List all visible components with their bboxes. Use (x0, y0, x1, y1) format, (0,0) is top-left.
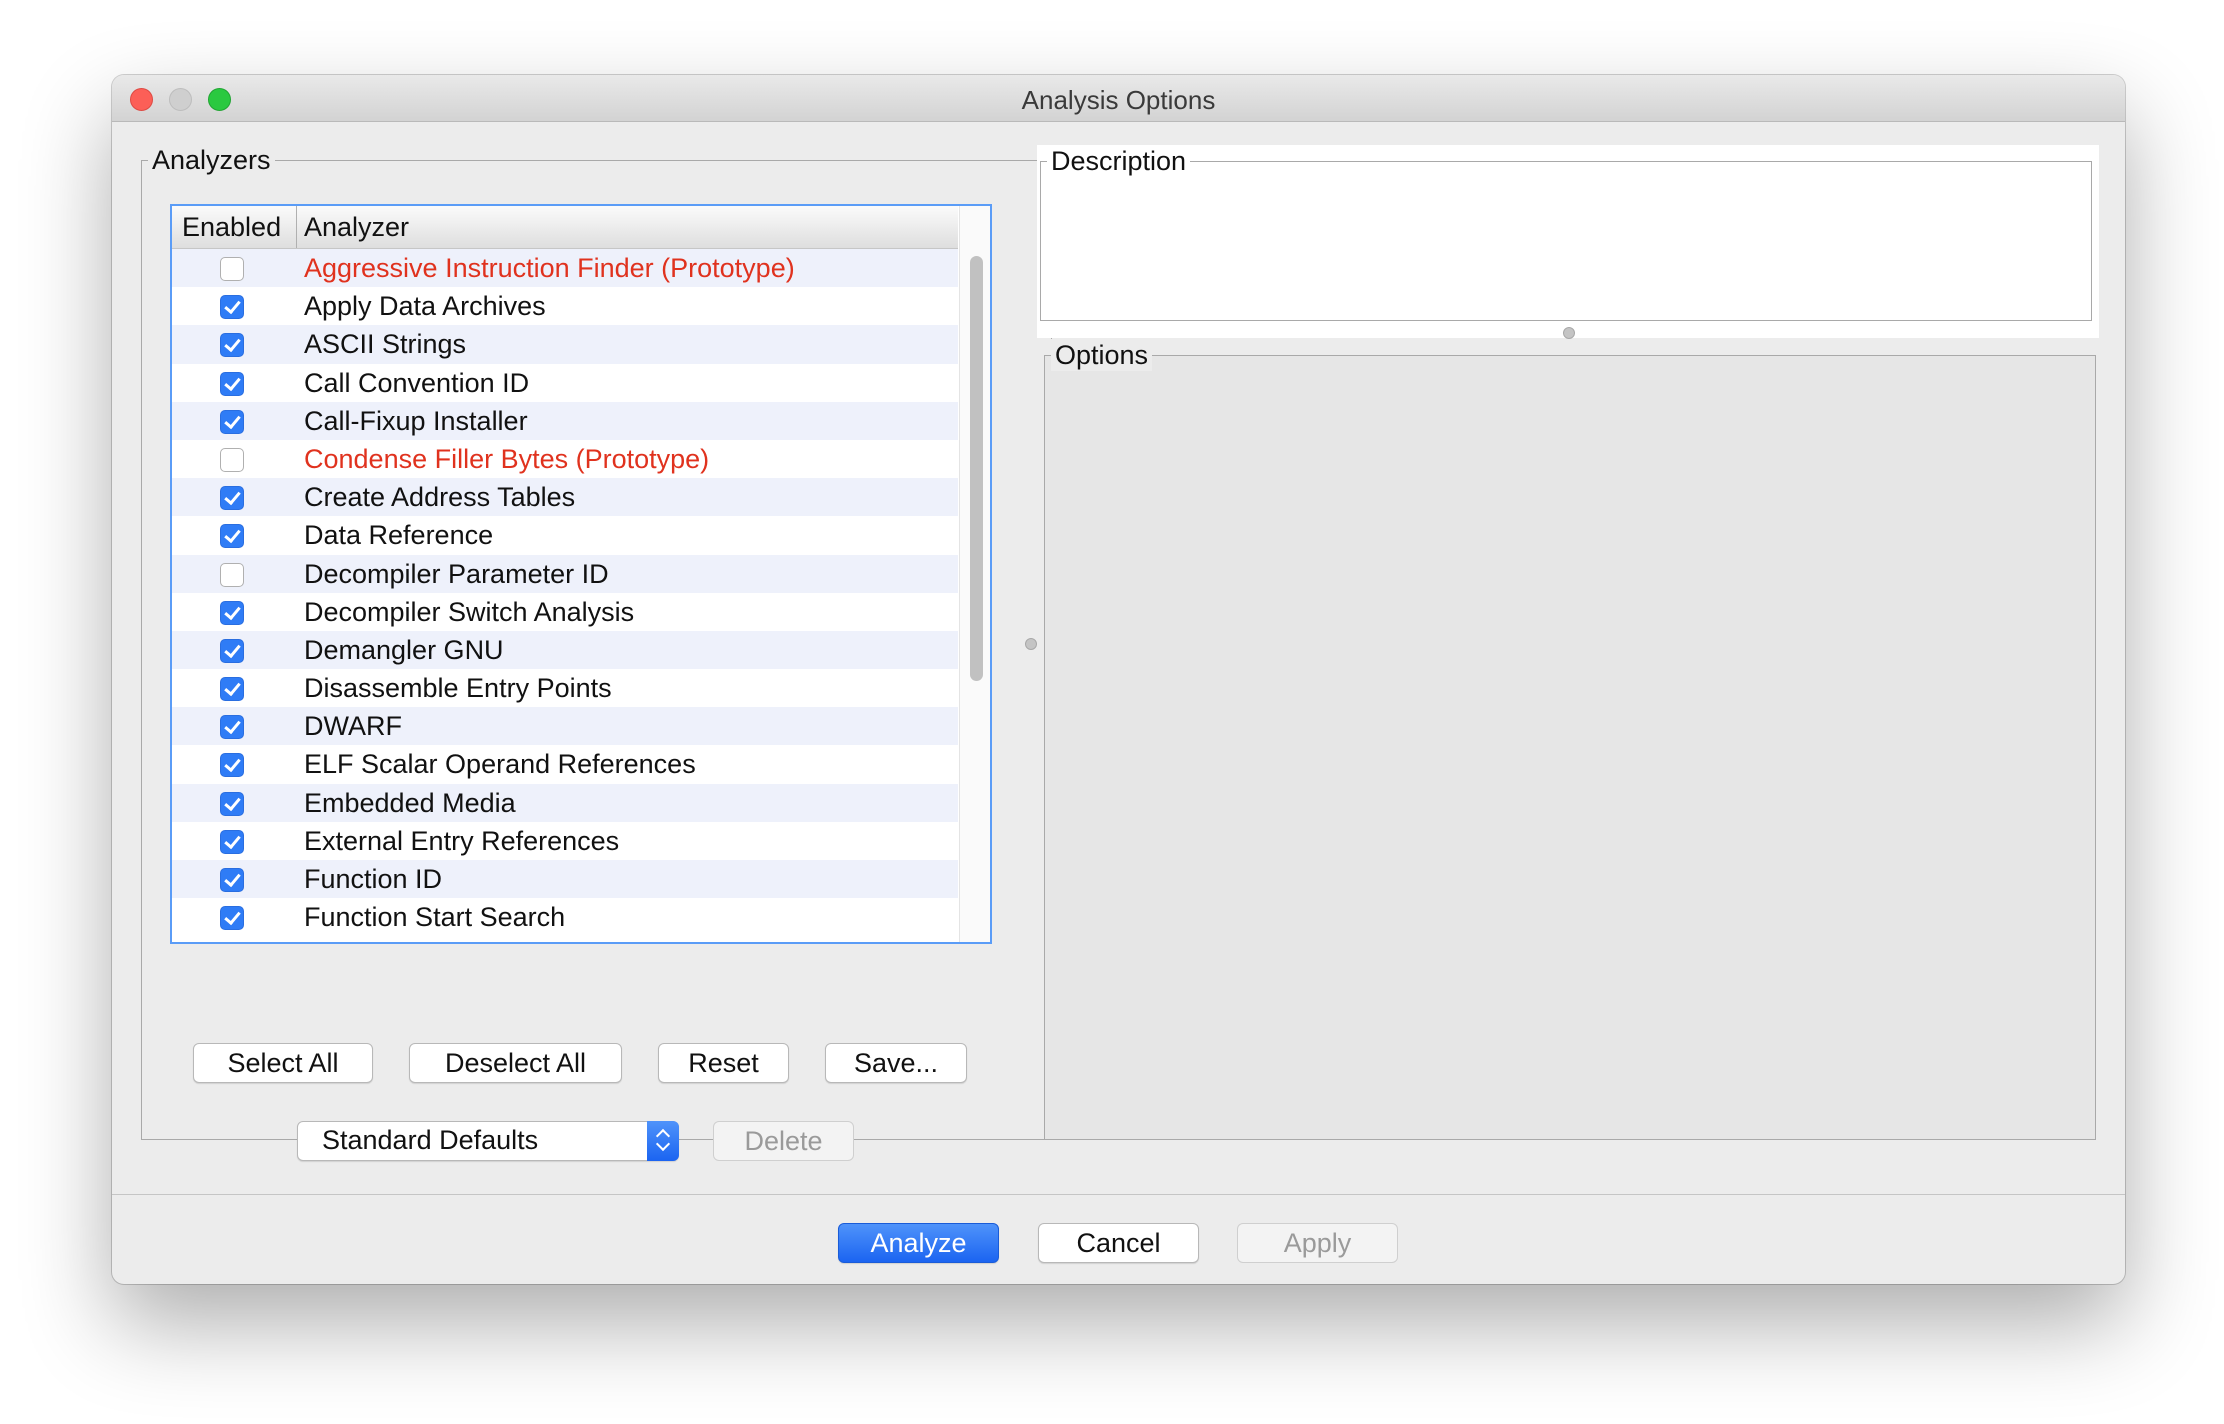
analyzer-name: Embedded Media (304, 787, 516, 818)
table-row[interactable]: External Entry References (172, 822, 958, 860)
analyzer-name: Function Start Search (304, 902, 566, 933)
table-row[interactable]: Decompiler Parameter ID (172, 554, 958, 593)
table-row[interactable]: ASCII Strings (172, 325, 958, 364)
scrollbar-thumb[interactable] (970, 256, 983, 681)
profile-select[interactable]: Standard Defaults (297, 1121, 679, 1161)
enabled-checkbox[interactable] (220, 257, 244, 281)
analyzer-name: External Entry References (304, 825, 620, 856)
reset-button[interactable]: Reset (658, 1043, 789, 1083)
table-row[interactable]: Data Reference (172, 516, 958, 554)
analyzers-group: Analyzers Enabled Analyzer Aggressive In… (141, 144, 1052, 1161)
enabled-checkbox[interactable] (220, 524, 244, 549)
table-vertical-scrollbar[interactable] (959, 206, 990, 942)
enabled-checkbox[interactable] (220, 638, 244, 663)
enabled-checkbox[interactable] (220, 333, 244, 358)
analyzer-name: ASCII Strings (304, 329, 467, 360)
analyzer-name: Decompiler Switch Analysis (304, 596, 635, 627)
enabled-checkbox[interactable] (220, 715, 244, 740)
analyzer-name: Call-Fixup Installer (304, 405, 528, 436)
table-row[interactable]: Function ID (172, 860, 958, 899)
window-title: Analysis Options (1021, 85, 1216, 115)
enabled-checkbox[interactable] (220, 753, 244, 778)
analyzer-name: Data Reference (304, 520, 494, 551)
table-row[interactable]: Condense Filler Bytes (Prototype) (172, 440, 958, 478)
table-row[interactable]: DWARF (172, 707, 958, 746)
analyzer-name: Disassemble Entry Points (304, 673, 612, 704)
table-row[interactable]: Function Start Search (172, 898, 958, 936)
footer-separator (112, 1194, 2125, 1195)
table-row[interactable]: Disassemble Entry Points (172, 669, 958, 707)
table-row[interactable]: Call Convention ID (172, 364, 958, 402)
analyzer-rows: Aggressive Instruction Finder (Prototype… (172, 249, 958, 936)
apply-button[interactable]: Apply (1237, 1223, 1398, 1263)
table-row[interactable]: Embedded Media (172, 783, 958, 822)
table-row[interactable]: Call-Fixup Installer (172, 401, 958, 440)
table-row[interactable]: Create Address Tables (172, 478, 958, 517)
select-all-button[interactable]: Select All (193, 1043, 373, 1083)
select-arrows-icon (647, 1121, 679, 1161)
description-legend: Description (1047, 145, 1191, 177)
analyzer-name: Call Convention ID (304, 367, 530, 398)
analyzer-name: DWARF (304, 711, 402, 742)
profile-select-value: Standard Defaults (322, 1125, 539, 1155)
options-group: Options (1044, 339, 2096, 1140)
cancel-button[interactable]: Cancel (1038, 1223, 1199, 1263)
analyzer-name: Condense Filler Bytes (Prototype) (304, 443, 710, 474)
table-row[interactable]: Apply Data Archives (172, 287, 958, 325)
analyzer-name: ELF Scalar Operand References (304, 749, 696, 780)
table-row[interactable]: ELF Scalar Operand References (172, 745, 958, 783)
table-row[interactable]: Decompiler Switch Analysis (172, 593, 958, 631)
description-group: Description (1040, 145, 2092, 321)
deselect-all-button[interactable]: Deselect All (409, 1043, 622, 1083)
options-legend: Options (1051, 339, 1153, 371)
analyze-button[interactable]: Analyze (838, 1223, 999, 1263)
enabled-checkbox[interactable] (220, 562, 244, 587)
analyzer-name: Aggressive Instruction Finder (Prototype… (304, 253, 795, 283)
title-bar[interactable]: Analysis Options (112, 75, 2125, 122)
column-divider[interactable] (296, 206, 297, 248)
column-header-analyzer[interactable]: Analyzer (304, 212, 409, 243)
enabled-checkbox[interactable] (220, 409, 244, 434)
analyzers-table: Enabled Analyzer Aggressive Instruction … (170, 204, 992, 944)
table-row[interactable]: Demangler GNU (172, 630, 958, 670)
analyzer-name: Function ID (304, 864, 443, 894)
column-header-enabled[interactable]: Enabled (182, 212, 281, 243)
description-panel-bg: Description (1037, 145, 2099, 338)
enabled-checkbox[interactable] (220, 677, 244, 702)
enabled-checkbox[interactable] (220, 600, 244, 625)
enabled-checkbox[interactable] (220, 371, 244, 396)
enabled-checkbox[interactable] (220, 295, 244, 320)
delete-button[interactable]: Delete (713, 1121, 854, 1161)
analyzer-name: Decompiler Parameter ID (304, 558, 609, 589)
enabled-checkbox[interactable] (220, 447, 244, 472)
horizontal-split-handle[interactable] (1563, 327, 1575, 339)
analyzer-name: Demangler GNU (304, 634, 504, 665)
enabled-checkbox[interactable] (220, 791, 244, 816)
analyzer-name: Apply Data Archives (304, 291, 546, 322)
analyzers-legend: Analyzers (148, 144, 275, 176)
table-row[interactable]: Aggressive Instruction Finder (Prototype… (172, 249, 958, 288)
analyzer-name: Create Address Tables (304, 482, 576, 513)
vertical-split-handle[interactable] (1025, 638, 1037, 650)
table-header: Enabled Analyzer (172, 206, 958, 249)
enabled-checkbox[interactable] (220, 868, 244, 892)
analysis-options-dialog: Analysis Options Analyzers Enabled Analy… (112, 75, 2125, 1284)
enabled-checkbox[interactable] (220, 829, 244, 854)
save-button[interactable]: Save... (825, 1043, 967, 1083)
enabled-checkbox[interactable] (220, 906, 244, 931)
enabled-checkbox[interactable] (220, 486, 244, 511)
